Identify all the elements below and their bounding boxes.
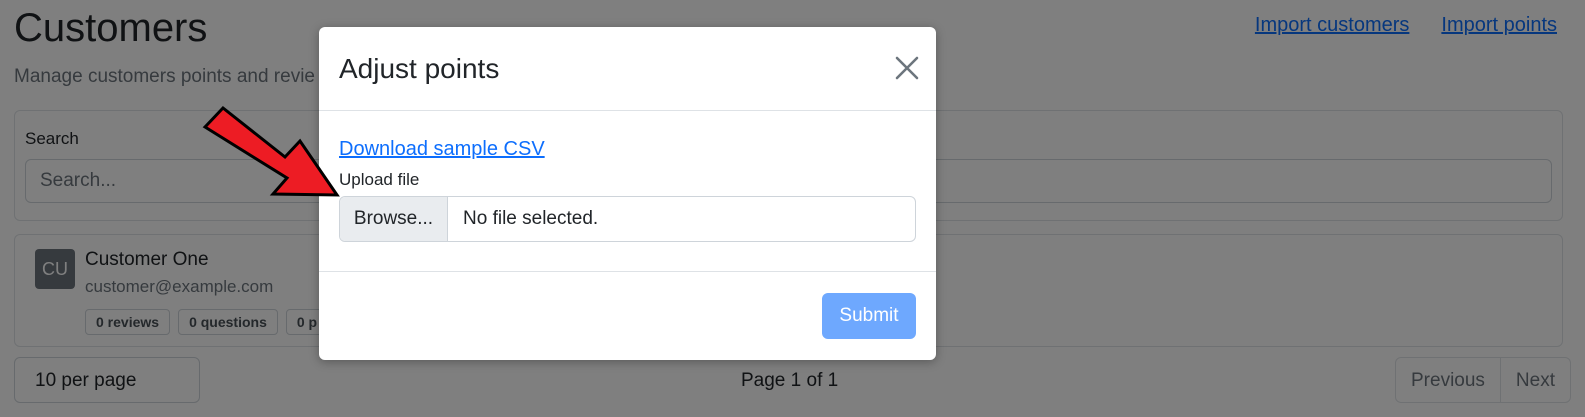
- close-icon[interactable]: [894, 55, 920, 81]
- download-sample-csv-link[interactable]: Download sample CSV: [339, 138, 545, 161]
- submit-button[interactable]: Submit: [822, 293, 916, 339]
- file-status: No file selected.: [463, 208, 599, 229]
- upload-file-label: Upload file: [339, 170, 420, 189]
- modal-header: Adjust points: [319, 27, 936, 111]
- browse-button[interactable]: Browse...: [340, 197, 448, 241]
- modal-body: Download sample CSV Upload file Browse..…: [319, 112, 936, 272]
- red-arrow-icon: [202, 105, 340, 197]
- adjust-points-modal: Adjust points Download sample CSV Upload…: [319, 27, 936, 360]
- file-upload-input[interactable]: Browse... No file selected.: [339, 196, 916, 242]
- modal-title: Adjust points: [339, 53, 500, 84]
